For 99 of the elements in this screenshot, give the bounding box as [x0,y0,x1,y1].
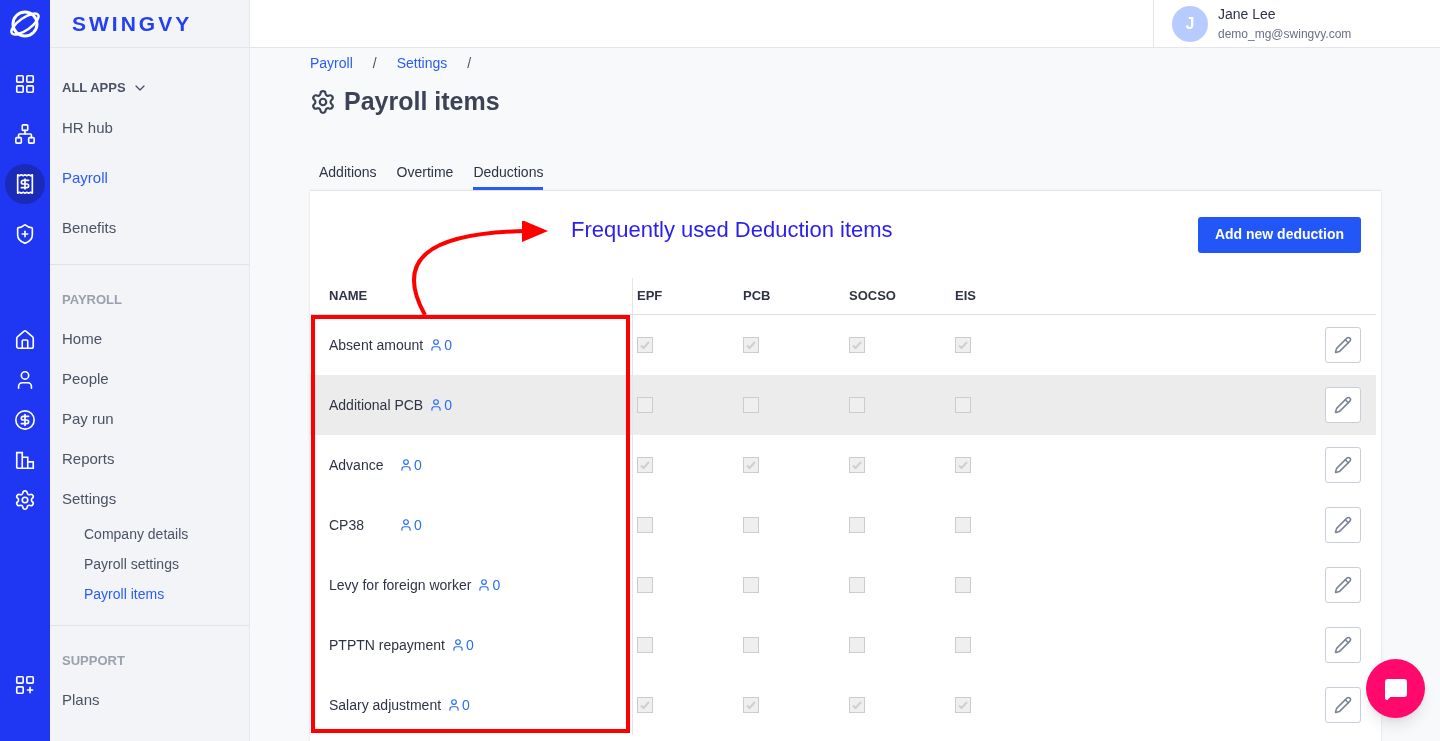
checkbox[interactable] [955,637,971,653]
column-header: NAME [329,287,368,306]
sidebar-item[interactable]: Company details [62,519,249,549]
chat-button[interactable] [1366,659,1425,718]
user-icon [429,398,444,412]
tab[interactable]: Overtime [396,158,454,190]
edit-button[interactable] [1325,507,1361,543]
pencil-icon [1334,336,1352,354]
checkbox[interactable] [743,457,759,473]
sidebar-item[interactable]: Payroll settings [62,549,249,579]
pencil-icon [1334,696,1352,714]
employee-count-link[interactable]: 0 [450,634,474,656]
sidebar-item[interactable]: Reports [62,439,249,479]
item-name: Levy for foreign worker [329,575,472,595]
section-heading: SUPPORT [62,652,126,670]
edit-button[interactable] [1325,387,1361,423]
pencil-icon [1334,396,1352,414]
checkbox[interactable] [849,517,865,533]
sidebar-item[interactable]: Payroll [62,158,249,198]
checkbox[interactable] [743,397,759,413]
breadcrumb-separator: / [372,53,377,73]
checkbox[interactable] [637,637,653,653]
item-name: CP38 [329,515,366,535]
item-name: Additional PCB [329,395,424,415]
checkbox[interactable] [743,697,759,713]
brand-name: SWINGVY [72,10,193,37]
column-header: EIS [955,287,976,306]
employee-count-link[interactable]: 0 [429,334,452,356]
page-title: Payroll items [344,86,500,118]
checkbox[interactable] [955,697,971,713]
employee-count-link[interactable]: 0 [429,394,452,416]
checkbox[interactable] [849,577,865,593]
sidebar-item[interactable]: Payroll items [62,579,249,609]
column-header: EPF [637,287,663,306]
chat-icon [1383,676,1408,701]
pencil-icon [1334,636,1352,654]
sidebar-item[interactable]: People [62,359,249,399]
user-icon [477,578,492,592]
edit-button[interactable] [1325,447,1361,483]
user-icon [447,698,462,712]
annotation-text: Frequently used Deduction items [571,216,893,244]
edit-button[interactable] [1325,327,1361,363]
sidebar-item[interactable]: Plans [62,680,249,720]
pencil-icon [1334,456,1352,474]
checkbox[interactable] [849,457,865,473]
tab[interactable]: Additions [319,158,377,190]
checkbox[interactable] [637,577,653,593]
sidebar-item[interactable]: Benefits [62,208,249,248]
item-name: Salary adjustment [329,695,442,715]
edit-button[interactable] [1325,567,1361,603]
checkbox[interactable] [743,637,759,653]
checkbox[interactable] [955,337,971,353]
breadcrumb-link[interactable]: Settings [396,52,448,74]
checkbox[interactable] [849,397,865,413]
employee-count-link[interactable]: 0 [399,514,422,536]
checkbox[interactable] [849,337,865,353]
edit-button[interactable] [1325,627,1361,663]
user-icon [399,458,413,472]
user-name: Jane Lee [1218,5,1277,24]
add-deduction-button[interactable]: Add new deduction [1197,216,1361,253]
breadcrumb-separator: / [467,53,472,73]
checkbox[interactable] [637,517,653,533]
item-name: Absent amount [329,335,424,355]
user-icon [450,638,465,652]
receipt-icon[interactable] [5,164,45,204]
user-icon [399,518,413,532]
checkbox[interactable] [955,517,971,533]
user-icon [429,338,444,352]
checkbox[interactable] [637,457,653,473]
checkbox[interactable] [955,397,971,413]
checkbox[interactable] [637,397,653,413]
edit-button[interactable] [1325,687,1361,723]
item-name: Advance [329,455,385,475]
employee-count-link[interactable]: 0 [447,694,470,716]
sidebar-item[interactable]: HR hub [62,108,249,148]
pencil-icon [1334,576,1352,594]
settings-icon [310,89,336,115]
checkbox[interactable] [743,577,759,593]
sidebar-item[interactable]: Settings [62,479,249,519]
employee-count-link[interactable]: 0 [399,454,422,476]
pencil-icon [1334,516,1352,534]
checkbox[interactable] [743,517,759,533]
checkbox[interactable] [637,697,653,713]
column-header: PCB [743,287,771,306]
employee-count-link[interactable]: 0 [477,574,501,596]
checkbox[interactable] [743,337,759,353]
column-header: SOCSO [849,287,896,306]
checkbox[interactable] [849,637,865,653]
breadcrumb-link[interactable]: Payroll [310,52,353,74]
sidebar-item[interactable]: Home [62,319,249,359]
checkbox[interactable] [637,337,653,353]
user-email: demo_mg@swingvy.com [1218,26,1352,43]
checkbox[interactable] [849,697,865,713]
checkbox[interactable] [955,457,971,473]
checkbox[interactable] [955,577,971,593]
all-apps-dropdown[interactable]: ALL APPS [62,68,148,108]
section-heading: PAYROLL [62,291,123,309]
sidebar-item[interactable]: Pay run [62,399,249,439]
item-name: PTPTN repayment [329,635,445,655]
